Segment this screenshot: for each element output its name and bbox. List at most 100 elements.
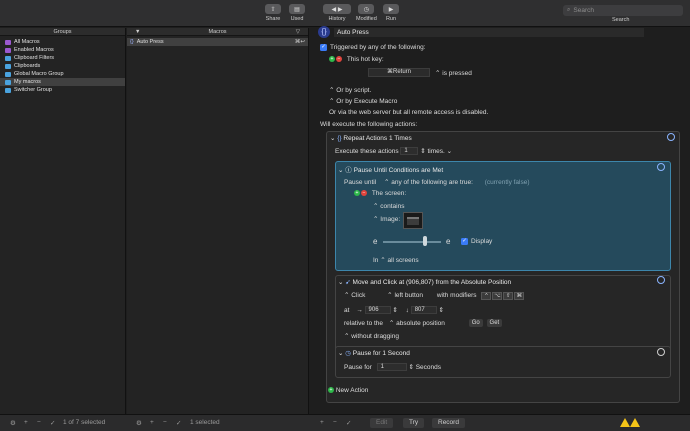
web-server-note: Or via the web server but all remote acc… [329, 109, 489, 116]
screens-select[interactable]: ⌃ all screens [380, 257, 418, 264]
disclosure-icon[interactable]: ⌄ [338, 167, 343, 174]
warning-icon[interactable] [630, 418, 640, 427]
checkbox-checked-icon[interactable]: ✓ [320, 44, 327, 51]
groups-header: Groups [0, 28, 125, 36]
add-icon[interactable]: + [329, 56, 335, 63]
or-by-execute-macro[interactable]: ⌃ Or by Execute Macro [329, 97, 397, 105]
run-button[interactable]: ▶ Run [383, 4, 399, 22]
macros-header: ▼ Macros ▽ [127, 28, 308, 36]
shift-key-toggle[interactable]: ⇧ [503, 292, 514, 300]
image-well[interactable] [403, 212, 423, 229]
go-button[interactable]: Go [468, 319, 483, 328]
y-coordinate-field[interactable]: 807 [410, 306, 437, 315]
stepper-icon[interactable]: ⇕ [439, 307, 444, 314]
group-item[interactable]: Clipboards [0, 62, 125, 70]
down-arrow-icon: ↓ [405, 307, 409, 314]
hotkey-field[interactable]: ⌘Return [368, 68, 430, 77]
fuzzy-right-icon: e [446, 237, 451, 246]
macros-settings-icon[interactable]: ⚙ [136, 419, 142, 427]
record-button[interactable]: Record [432, 418, 465, 428]
gear-icon[interactable] [657, 163, 665, 171]
history-button[interactable]: ◀ ▶ History [323, 4, 351, 22]
macro-icon: {} [318, 26, 330, 38]
add-macro-icon[interactable]: + [150, 419, 154, 426]
repeat-action-title[interactable]: ⌄ {} Repeat Actions 1 Times [330, 134, 412, 142]
group-item[interactable]: Switcher Group [0, 86, 125, 94]
or-by-script[interactable]: ⌃ Or by script. [329, 86, 371, 94]
macro-item-selected[interactable]: {} Auto Press ⌘↩ [127, 38, 308, 46]
groups-settings-icon[interactable]: ⚙ [10, 419, 16, 427]
condition-select[interactable]: ⌃ any of the following are true: [384, 179, 473, 186]
edit-button[interactable]: Edit [370, 418, 394, 428]
remove-action-icon[interactable]: − [333, 419, 337, 426]
gear-icon[interactable] [667, 133, 675, 141]
drag-select[interactable]: ⌃ without dragging [344, 332, 399, 340]
bottom-bar: ⚙ + − ✓ 1 of 7 selected ⚙ + − ✓ 1 select… [0, 414, 690, 431]
new-action-button[interactable]: + New Action [328, 387, 368, 394]
relative-row: relative to the ⌃ absolute position Go G… [344, 319, 503, 328]
enable-action-icon[interactable]: ✓ [346, 419, 351, 427]
add-group-icon[interactable]: + [24, 419, 28, 426]
try-button[interactable]: Try [403, 418, 425, 428]
remove-macro-icon[interactable]: − [163, 419, 167, 426]
group-item-selected[interactable]: My macros [0, 78, 125, 86]
pause-until-title[interactable]: ⌄ ⓘ Pause Until Conditions are Met [338, 164, 443, 174]
click-type-select[interactable]: ⌃ Click [344, 292, 365, 299]
folder-icon [5, 47, 11, 53]
trigger-row: ✓ Triggered by any of the following: [320, 44, 426, 52]
checkbox-checked-icon[interactable]: ✓ [461, 238, 468, 245]
repeat-icon: {} [337, 135, 342, 142]
pause-duration-field[interactable]: 1 [376, 363, 407, 372]
add-icon[interactable]: + [354, 190, 360, 197]
toolbar: ⇧ Share ▤ Used ◀ ▶ History ◷ Modified ▶ … [0, 0, 690, 27]
group-item[interactable]: Enabled Macros [0, 46, 125, 54]
warning-icon[interactable] [620, 418, 630, 427]
image-select[interactable]: ⌃ Image: [373, 215, 400, 223]
remove-icon[interactable]: − [361, 190, 367, 197]
get-button[interactable]: Get [486, 319, 503, 328]
repeat-count-row: Execute these actions 1 ⇕ times. ⌄ [335, 147, 453, 156]
repeat-count-field[interactable]: 1 [400, 147, 419, 156]
macro-hotkey: ⌘↩ [294, 39, 305, 45]
button-select[interactable]: ⌃ left button [387, 292, 423, 299]
position-select[interactable]: ⌃ absolute position [389, 320, 445, 327]
macro-name-field[interactable]: Auto Press [334, 27, 644, 37]
screen-scope-row: In ⌃ all screens [373, 257, 419, 264]
display-checkbox-row[interactable]: ✓ Display [461, 238, 492, 245]
option-key-toggle[interactable]: ⌥ [492, 292, 503, 300]
remove-icon[interactable]: − [336, 56, 342, 63]
group-item[interactable]: Global Macro Group [0, 70, 125, 78]
disclosure-icon[interactable]: ⌄ [338, 350, 343, 357]
control-key-toggle[interactable]: ^ [481, 292, 492, 300]
folder-icon [5, 79, 11, 85]
add-action-icon[interactable]: + [320, 419, 324, 426]
gear-icon[interactable] [657, 348, 665, 356]
filter-icon[interactable]: ▽ [296, 28, 300, 36]
chevron-down-icon[interactable]: ⌄ [447, 148, 452, 155]
used-button[interactable]: ▤ Used [289, 4, 305, 22]
command-key-toggle[interactable]: ⌘ [514, 292, 525, 300]
group-item[interactable]: Clipboard Filters [0, 54, 125, 62]
is-pressed-select[interactable]: ⌃ is pressed [435, 69, 472, 77]
contains-select[interactable]: ⌃ contains [373, 202, 404, 210]
search-input[interactable]: ⌕ Search [563, 5, 683, 16]
move-click-title[interactable]: ⌄ ➹ Move and Click at (906,807) from the… [338, 278, 511, 286]
fuzziness-slider[interactable] [383, 241, 441, 243]
share-button[interactable]: ⇧ Share [265, 4, 281, 22]
enable-macro-icon[interactable]: ✓ [176, 419, 181, 427]
remove-group-icon[interactable]: − [37, 419, 41, 426]
sort-triangle-icon[interactable]: ▼ [135, 28, 140, 36]
stepper-icon[interactable]: ⇕ [392, 307, 397, 314]
stepper-icon[interactable]: ⇕ [408, 364, 413, 371]
x-coordinate-field[interactable]: 906 [364, 306, 391, 315]
enable-group-icon[interactable]: ✓ [50, 419, 55, 427]
pause-for-title[interactable]: ⌄ ◷ Pause for 1 Second [338, 349, 410, 357]
slider-thumb[interactable] [423, 236, 427, 246]
folder-icon [5, 63, 11, 69]
disclosure-icon[interactable]: ⌄ [330, 135, 335, 142]
stepper-icon[interactable]: ⇕ [420, 148, 425, 155]
gear-icon[interactable] [657, 276, 665, 284]
disclosure-icon[interactable]: ⌄ [338, 279, 343, 286]
group-item[interactable]: All Macros [0, 38, 125, 46]
modified-button[interactable]: ◷ Modified [356, 4, 377, 22]
